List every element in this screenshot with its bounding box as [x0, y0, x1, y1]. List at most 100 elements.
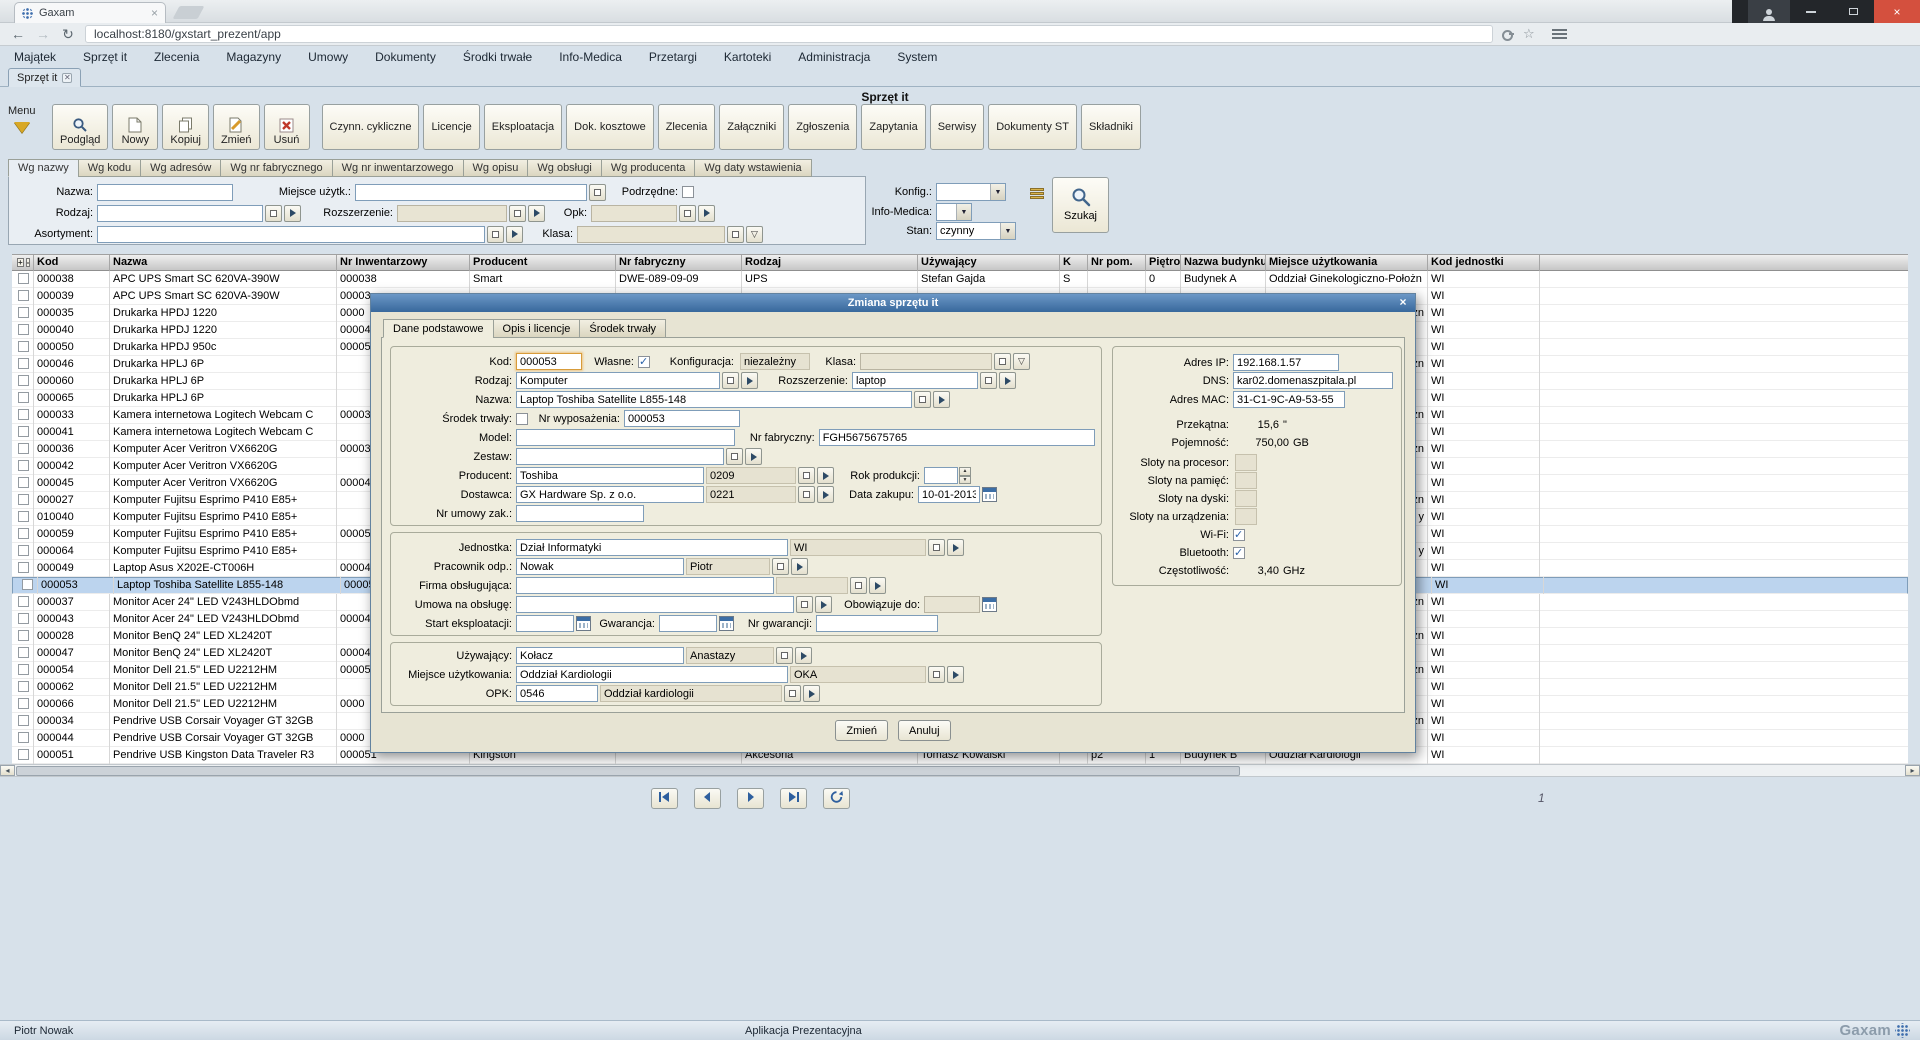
zestaw-input[interactable]: [516, 448, 724, 465]
hamburger-menu-icon[interactable]: [1552, 29, 1567, 39]
refresh-button[interactable]: [823, 788, 850, 809]
search-tab-wg-daty-wstawienia[interactable]: Wg daty wstawienia: [694, 159, 811, 177]
row-checkbox[interactable]: [18, 715, 29, 726]
back-arrow-icon[interactable]: ←: [10, 26, 26, 42]
rozszerzenie-go-button[interactable]: [528, 205, 545, 222]
opk-input[interactable]: [591, 205, 677, 222]
menu-item-magazyny[interactable]: Magazyny: [226, 50, 281, 64]
person-icon[interactable]: [1748, 0, 1790, 23]
toolbar-button-skladniki[interactable]: Składniki: [1081, 104, 1141, 150]
row-checkbox[interactable]: [18, 443, 29, 454]
row-checkbox[interactable]: [18, 460, 29, 471]
column-header-kod-jednostki[interactable]: Kod jednostki: [1428, 255, 1540, 272]
toolbar-button-nowy[interactable]: Nowy: [112, 104, 158, 150]
year-spinner[interactable]: ▲▼: [959, 467, 971, 484]
producent-input[interactable]: [516, 467, 704, 484]
menu-item-system[interactable]: System: [897, 50, 937, 64]
menu-item-info-medica[interactable]: Info-Medica: [559, 50, 622, 64]
search-tab-wg-nr-fabrycznego[interactable]: Wg nr fabrycznego: [220, 159, 331, 177]
toolbar-button-zmien[interactable]: Zmień: [213, 104, 260, 150]
search-tab-wg-nazwy[interactable]: Wg nazwy: [8, 159, 78, 177]
klasa-input[interactable]: [860, 353, 992, 370]
nazwa-input[interactable]: [516, 391, 912, 408]
toolbar-button-kopiuj[interactable]: Kopiuj: [162, 104, 209, 150]
umowa-lookup-button[interactable]: [796, 596, 813, 613]
toolbar-button-dok-kosztowe[interactable]: Dok. kosztowe: [566, 104, 654, 150]
search-tab-wg-kodu[interactable]: Wg kodu: [78, 159, 140, 177]
jednostka-input[interactable]: [516, 539, 788, 556]
umowa-go-button[interactable]: [815, 596, 832, 613]
collapse-all-button[interactable]: -: [26, 258, 31, 267]
toolbar-button-usun[interactable]: Usuń: [264, 104, 310, 150]
toolbar-button-zalaczniki[interactable]: Załączniki: [719, 104, 784, 150]
model-input[interactable]: [516, 429, 735, 446]
uzywajacy-go-button[interactable]: [795, 647, 812, 664]
row-checkbox[interactable]: [18, 409, 29, 420]
firma-input[interactable]: [516, 577, 774, 594]
row-checkbox[interactable]: [18, 307, 29, 318]
horizontal-scrollbar[interactable]: ◂ ▸: [0, 764, 1920, 777]
row-checkbox[interactable]: [18, 392, 29, 403]
row-checkbox[interactable]: [18, 324, 29, 335]
new-tab-button[interactable]: [173, 6, 205, 19]
rok-produkcji-input[interactable]: [924, 467, 958, 484]
dostawca-lookup-button[interactable]: [798, 486, 815, 503]
pracownik-lookup-button[interactable]: [772, 558, 789, 575]
window-close-button[interactable]: ×: [1874, 0, 1920, 23]
dialog-titlebar[interactable]: Zmiana sprzętu it ×: [371, 294, 1415, 312]
kod-input[interactable]: [516, 353, 582, 370]
srodek-trwaly-checkbox[interactable]: [516, 413, 528, 425]
browser-tab[interactable]: Gaxam ×: [14, 2, 166, 23]
row-checkbox[interactable]: [18, 562, 29, 573]
first-page-button[interactable]: [651, 788, 678, 809]
opk-lookup-button[interactable]: [679, 205, 696, 222]
rodzaj-input[interactable]: [97, 205, 263, 222]
calendar-icon[interactable]: [719, 616, 734, 631]
app-tab-close-icon[interactable]: ✕: [62, 73, 72, 83]
column-header-nr-fabryczny[interactable]: Nr fabryczny: [616, 255, 742, 272]
column-header-k[interactable]: K: [1060, 255, 1088, 272]
column-header-nazwa-budynku[interactable]: Nazwa budynku: [1181, 255, 1266, 272]
key-icon[interactable]: [1502, 28, 1514, 40]
rodzaj-input[interactable]: [516, 372, 720, 389]
szukaj-button[interactable]: Szukaj: [1052, 177, 1109, 233]
row-checkbox[interactable]: [22, 579, 33, 590]
row-checkbox[interactable]: [18, 749, 29, 760]
spin-up-icon[interactable]: ▲: [959, 467, 971, 476]
layers-icon[interactable]: [1030, 187, 1044, 199]
nr-wyposazenia-input[interactable]: [624, 410, 740, 427]
pracownik-go-button[interactable]: [791, 558, 808, 575]
column-header-nr-inwentarzowy[interactable]: Nr Inwentarzowy: [337, 255, 470, 272]
data-zakupu-input[interactable]: [918, 486, 980, 503]
menu-item-umowy[interactable]: Umowy: [308, 50, 348, 64]
toolbar-button-zlecenia[interactable]: Zlecenia: [658, 104, 716, 150]
reload-icon[interactable]: ↻: [60, 26, 76, 42]
klasa-input[interactable]: [577, 226, 725, 243]
menu-item-administracja[interactable]: Administracja: [798, 50, 870, 64]
dostawca-go-button[interactable]: [817, 486, 834, 503]
ok-button[interactable]: Zmień: [835, 720, 888, 741]
row-checkbox[interactable]: [18, 681, 29, 692]
pracownik-odp-input[interactable]: [516, 558, 684, 575]
jednostka-go-button[interactable]: [947, 539, 964, 556]
menu-item-sprzet-it[interactable]: Sprzęt it: [83, 50, 127, 64]
nr-fabryczny-input[interactable]: [819, 429, 1095, 446]
konfig-select[interactable]: ▼: [936, 183, 1006, 201]
menu-item-majatek[interactable]: Majątek: [14, 50, 56, 64]
opk-input[interactable]: [516, 685, 598, 702]
opk-lookup-button[interactable]: [784, 685, 801, 702]
infomedica-select[interactable]: ▼: [936, 203, 972, 221]
restore-button[interactable]: [1832, 0, 1874, 23]
gwarancja-input[interactable]: [659, 615, 717, 632]
zestaw-lookup-button[interactable]: [726, 448, 743, 465]
column-header-producent[interactable]: Producent: [470, 255, 616, 272]
row-checkbox[interactable]: [18, 426, 29, 437]
klasa-lookup-button[interactable]: [994, 353, 1011, 370]
dialog-close-icon[interactable]: ×: [1395, 295, 1411, 310]
table-row-000038[interactable]: 000038APC UPS Smart SC 620VA-390W000038S…: [12, 271, 1908, 288]
asortyment-go-button[interactable]: [506, 226, 523, 243]
forward-arrow-icon[interactable]: →: [35, 26, 51, 42]
firma-lookup-button[interactable]: [850, 577, 867, 594]
dialog-tab-opis-i-licencje[interactable]: Opis i licencje: [493, 319, 580, 338]
search-tab-wg-obslugi[interactable]: Wg obsługi: [527, 159, 600, 177]
